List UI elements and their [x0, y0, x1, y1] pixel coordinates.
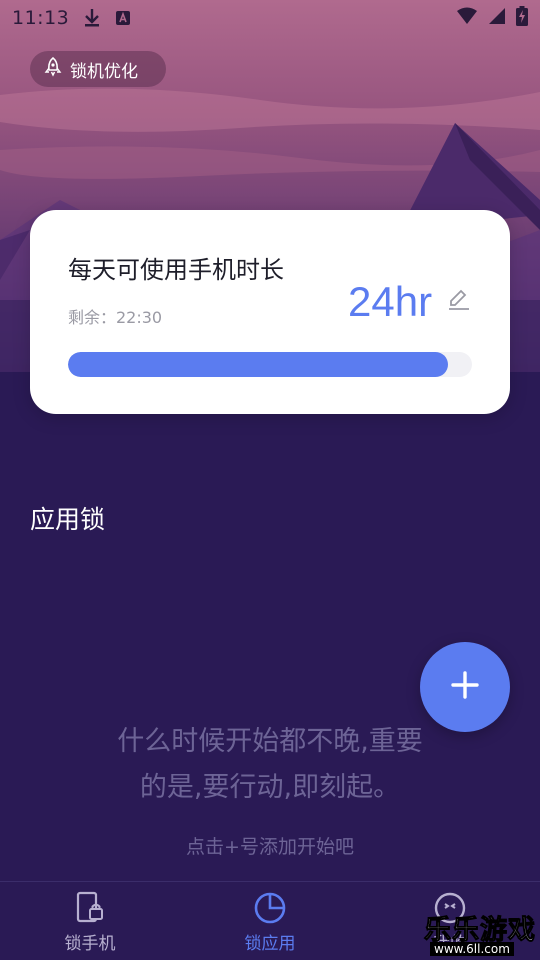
wifi-icon — [456, 7, 478, 30]
app-notification-icon — [115, 10, 131, 26]
rocket-icon — [44, 56, 62, 82]
nav-lock-apps-label: 锁应用 — [244, 934, 296, 954]
lock-optimize-label: 锁机优化 — [70, 61, 138, 82]
phone-lock-icon — [72, 890, 108, 926]
site-watermark: 乐乐游戏 www.6ll.com — [424, 908, 540, 960]
lock-optimize-button[interactable]: 锁机优化 — [30, 51, 166, 87]
nav-lock-phone-label: 锁手机 — [64, 934, 116, 954]
plus-icon — [451, 671, 479, 703]
add-hint: 点击+号添加开始吧 — [186, 836, 354, 858]
signal-icon — [488, 7, 506, 30]
daily-hours-value: 24hr — [348, 278, 433, 325]
daily-usage-card: 每天可使用手机时长 剩余：22:30 24hr — [30, 210, 510, 414]
download-icon — [83, 8, 101, 28]
nav-lock-apps[interactable]: 锁应用 — [180, 882, 360, 960]
status-bar: 11:13 — [0, 0, 540, 36]
battery-charging-icon — [516, 5, 528, 31]
watermark-url: www.6ll.com — [430, 942, 514, 956]
usage-progress-fill — [68, 352, 448, 377]
status-time: 11:13 — [12, 7, 70, 29]
pencil-icon — [447, 287, 471, 315]
nav-lock-phone[interactable]: 锁手机 — [0, 882, 180, 960]
edit-hours-button[interactable] — [446, 288, 472, 314]
usage-card-title: 每天可使用手机时长 — [68, 256, 284, 284]
remaining-time: 剩余：22:30 — [68, 308, 163, 327]
motivation-quote-line2: 的是,要行动,即刻起。 — [139, 772, 401, 803]
usage-progress-bar — [68, 352, 472, 377]
app-lock-section-title: 应用锁 — [30, 505, 106, 534]
pie-chart-icon — [252, 890, 288, 926]
add-app-button[interactable] — [420, 642, 510, 732]
motivation-quote-line1: 什么时候开始都不晚,重要 — [117, 726, 423, 757]
